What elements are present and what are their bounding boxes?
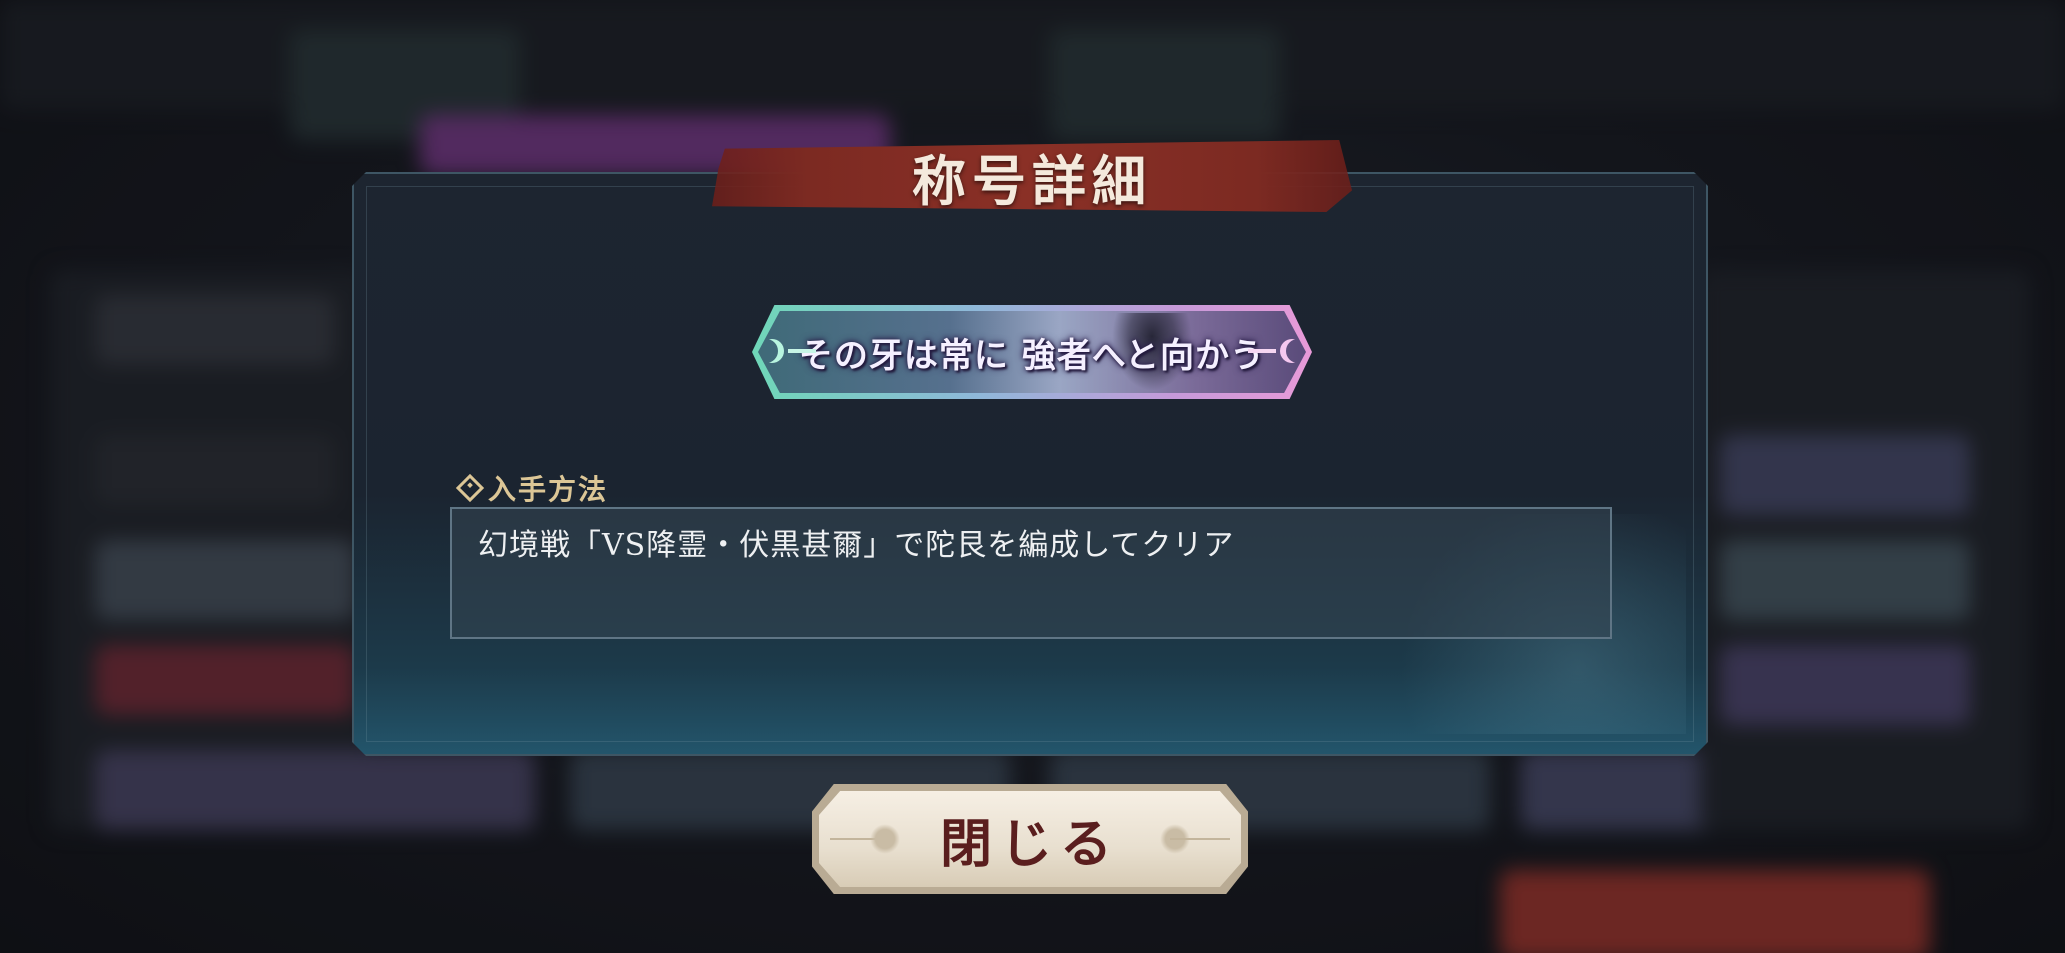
badge-dash-right <box>1248 349 1276 353</box>
title-detail-dialog <box>352 172 1708 756</box>
acquisition-section-label: 入手方法 <box>455 468 609 508</box>
crescent-moon-icon <box>760 339 784 363</box>
badge-text: その牙は常に 強者へと向かう <box>798 335 1266 376</box>
section-label-text: 入手方法 <box>488 473 609 506</box>
game-screen: 称号詳細 その牙は常に 強者へと向かう 入手方法 幻境戦「VS降霊・伏黒甚爾」で… <box>0 0 2065 953</box>
diamond-icon <box>455 473 485 503</box>
close-button-label: 閉じる <box>939 813 1120 875</box>
dialog-inner-border <box>366 186 1694 742</box>
acquisition-description-box: 幻境戦「VS降霊・伏黒甚爾」で陀艮を編成してクリア <box>450 507 1612 639</box>
close-button[interactable]: 閉じる <box>812 784 1248 894</box>
badge-dash-left <box>788 349 816 353</box>
dialog-title: 称号詳細 <box>912 148 1152 213</box>
title-badge-plate: その牙は常に 強者へと向かう <box>752 305 1312 399</box>
dialog-title-banner: 称号詳細 <box>712 140 1352 212</box>
crescent-moon-icon <box>1280 339 1304 363</box>
acquisition-description: 幻境戦「VS降霊・伏黒甚爾」で陀艮を編成してクリア <box>478 528 1235 563</box>
